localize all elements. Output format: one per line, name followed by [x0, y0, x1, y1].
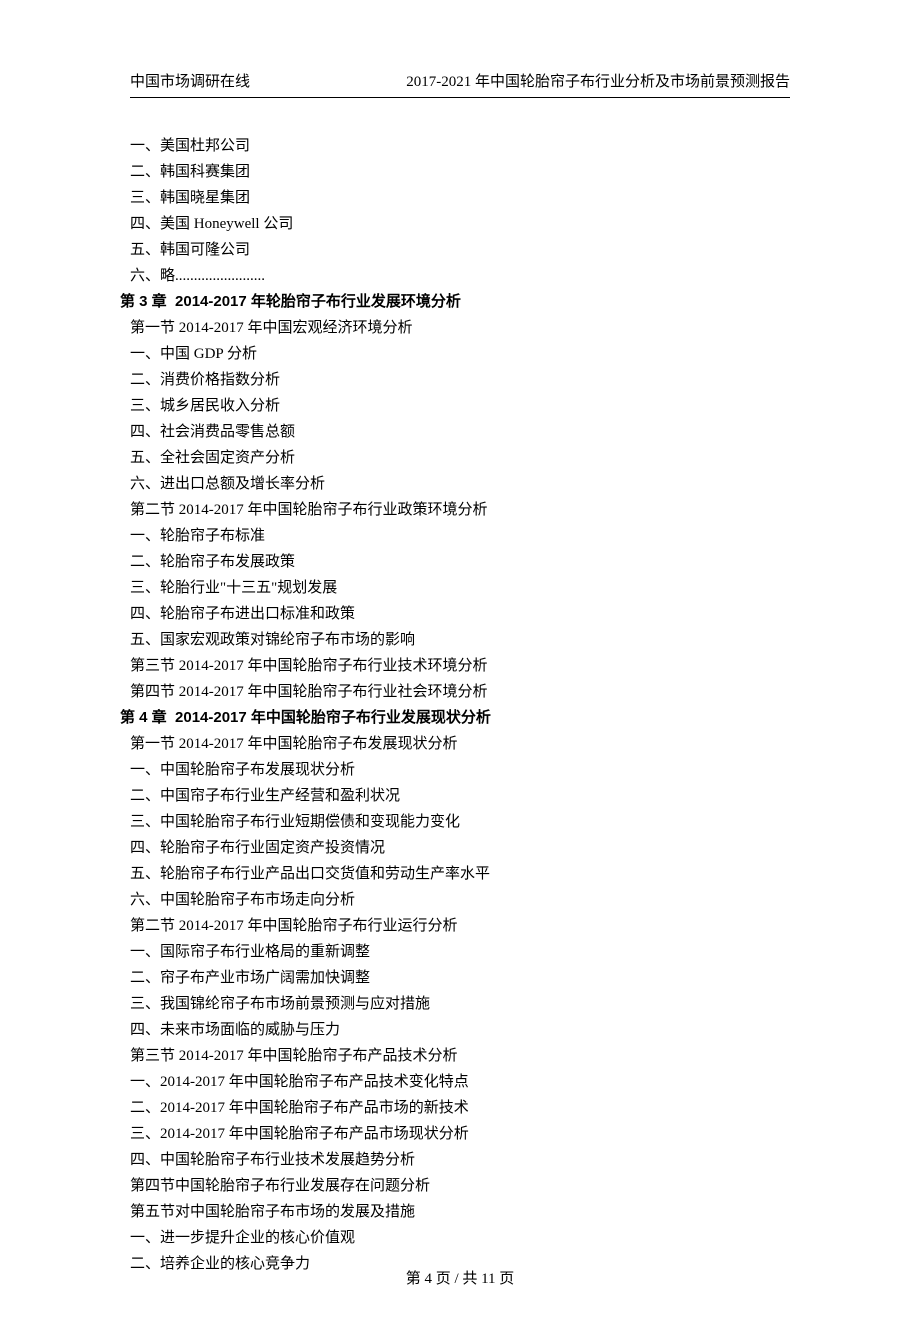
- toc-line: 第二节 2014-2017 年中国轮胎帘子布行业政策环境分析: [130, 498, 790, 522]
- page-footer: 第 4 页 / 共 11 页: [0, 1267, 920, 1288]
- toc-line: 五、韩国可隆公司: [130, 238, 790, 262]
- header-left: 中国市场调研在线: [130, 70, 250, 91]
- toc-line: 一、2014-2017 年中国轮胎帘子布产品技术变化特点: [130, 1070, 790, 1094]
- toc-line: 第三节 2014-2017 年中国轮胎帘子布产品技术分析: [130, 1044, 790, 1068]
- toc-line: 第四节 2014-2017 年中国轮胎帘子布行业社会环境分析: [130, 680, 790, 704]
- toc-line: 三、中国轮胎帘子布行业短期偿债和变现能力变化: [130, 810, 790, 834]
- toc-line: 二、帘子布产业市场广阔需加快调整: [130, 966, 790, 990]
- toc-line: 四、中国轮胎帘子布行业技术发展趋势分析: [130, 1148, 790, 1172]
- toc-line: 一、中国轮胎帘子布发展现状分析: [130, 758, 790, 782]
- toc-content: 一、美国杜邦公司二、韩国科赛集团三、韩国晓星集团四、美国 Honeywell 公…: [130, 134, 790, 1276]
- toc-line: 一、进一步提升企业的核心价值观: [130, 1226, 790, 1250]
- chapter-heading: 第 3 章 2014-2017 年轮胎帘子布行业发展环境分析: [120, 290, 790, 314]
- page: 中国市场调研在线 2017-2021 年中国轮胎帘子布行业分析及市场前景预测报告…: [0, 0, 920, 1338]
- toc-line: 第五节对中国轮胎帘子布市场的发展及措施: [130, 1200, 790, 1224]
- chapter-heading: 第 4 章 2014-2017 年中国轮胎帘子布行业发展现状分析: [120, 706, 790, 730]
- toc-line: 三、2014-2017 年中国轮胎帘子布产品市场现状分析: [130, 1122, 790, 1146]
- toc-line: 第一节 2014-2017 年中国轮胎帘子布发展现状分析: [130, 732, 790, 756]
- toc-line: 六、略........................: [130, 264, 790, 288]
- toc-line: 五、全社会固定资产分析: [130, 446, 790, 470]
- toc-line: 一、轮胎帘子布标准: [130, 524, 790, 548]
- toc-line: 一、美国杜邦公司: [130, 134, 790, 158]
- toc-line: 四、轮胎帘子布行业固定资产投资情况: [130, 836, 790, 860]
- toc-line: 四、轮胎帘子布进出口标准和政策: [130, 602, 790, 626]
- toc-line: 第四节中国轮胎帘子布行业发展存在问题分析: [130, 1174, 790, 1198]
- toc-line: 一、中国 GDP 分析: [130, 342, 790, 366]
- toc-line: 三、韩国晓星集团: [130, 186, 790, 210]
- header-divider: [130, 97, 790, 98]
- toc-line: 第三节 2014-2017 年中国轮胎帘子布行业技术环境分析: [130, 654, 790, 678]
- toc-line: 二、轮胎帘子布发展政策: [130, 550, 790, 574]
- toc-line: 三、城乡居民收入分析: [130, 394, 790, 418]
- toc-line: 五、轮胎帘子布行业产品出口交货值和劳动生产率水平: [130, 862, 790, 886]
- toc-line: 四、美国 Honeywell 公司: [130, 212, 790, 236]
- toc-line: 三、轮胎行业"十三五"规划发展: [130, 576, 790, 600]
- header-right: 2017-2021 年中国轮胎帘子布行业分析及市场前景预测报告: [406, 70, 790, 91]
- toc-line: 五、国家宏观政策对锦纶帘子布市场的影响: [130, 628, 790, 652]
- toc-line: 第二节 2014-2017 年中国轮胎帘子布行业运行分析: [130, 914, 790, 938]
- toc-line: 二、韩国科赛集团: [130, 160, 790, 184]
- toc-line: 六、进出口总额及增长率分析: [130, 472, 790, 496]
- toc-line: 六、中国轮胎帘子布市场走向分析: [130, 888, 790, 912]
- toc-line: 第一节 2014-2017 年中国宏观经济环境分析: [130, 316, 790, 340]
- toc-line: 二、消费价格指数分析: [130, 368, 790, 392]
- toc-line: 四、社会消费品零售总额: [130, 420, 790, 444]
- toc-line: 四、未来市场面临的威胁与压力: [130, 1018, 790, 1042]
- page-header: 中国市场调研在线 2017-2021 年中国轮胎帘子布行业分析及市场前景预测报告: [130, 70, 790, 91]
- toc-line: 一、国际帘子布行业格局的重新调整: [130, 940, 790, 964]
- toc-line: 三、我国锦纶帘子布市场前景预测与应对措施: [130, 992, 790, 1016]
- toc-line: 二、2014-2017 年中国轮胎帘子布产品市场的新技术: [130, 1096, 790, 1120]
- toc-line: 二、中国帘子布行业生产经营和盈利状况: [130, 784, 790, 808]
